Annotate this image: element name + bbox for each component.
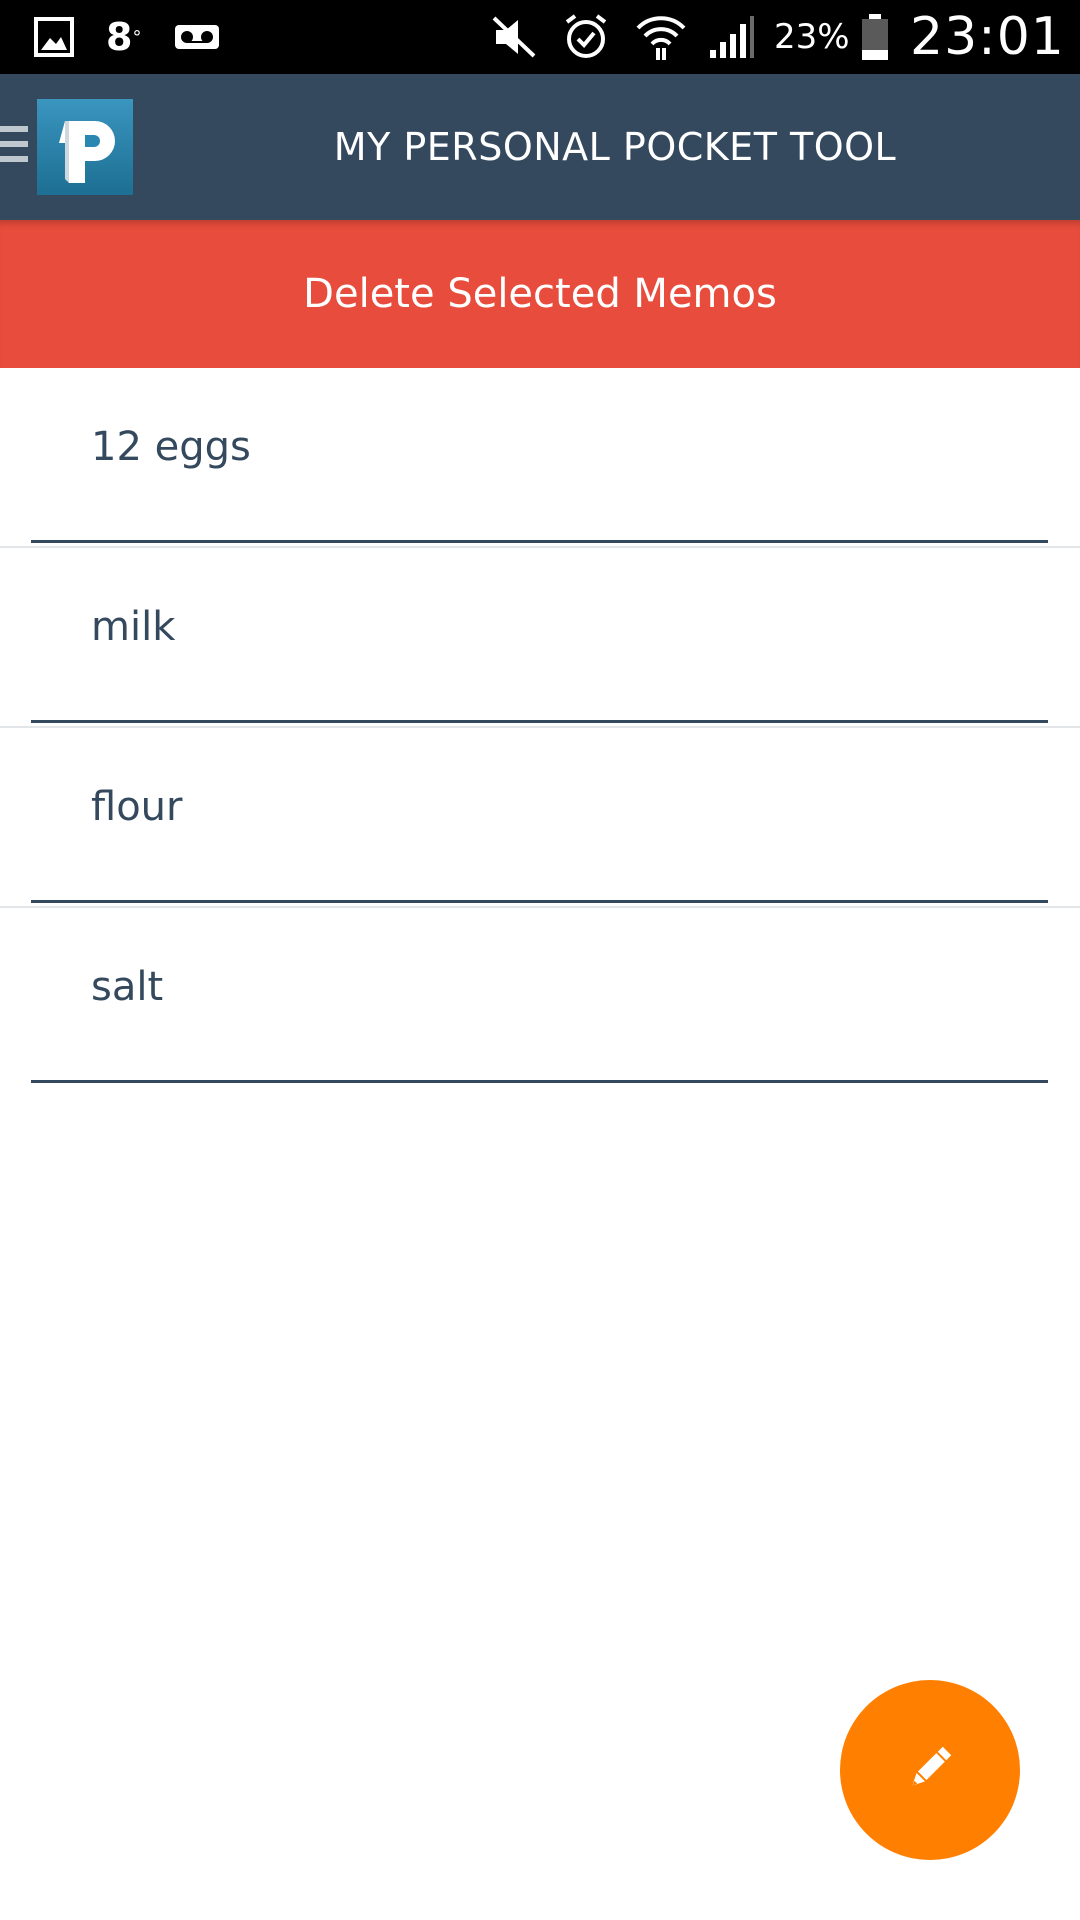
app-title: MY PERSONAL POCKET TOOL bbox=[333, 125, 897, 169]
memo-input-field[interactable]: milk bbox=[31, 548, 1048, 723]
memo-text: milk bbox=[91, 604, 176, 650]
clock-time: 23:01 bbox=[910, 7, 1065, 67]
status-bar: 8 ° 23% 23:01 bbox=[0, 0, 1080, 74]
memo-row[interactable]: milk bbox=[0, 548, 1080, 728]
delete-selected-memos-button[interactable]: Delete Selected Memos bbox=[0, 220, 1080, 368]
memo-text: 12 eggs bbox=[91, 424, 251, 470]
temperature-value: 8 bbox=[106, 15, 133, 59]
memo-row[interactable]: 12 eggs bbox=[0, 368, 1080, 548]
app-bar: MY PERSONAL POCKET TOOL bbox=[0, 74, 1080, 220]
battery-percent: 23% bbox=[774, 17, 850, 57]
memo-row[interactable]: flour bbox=[0, 728, 1080, 908]
app-logo[interactable] bbox=[37, 99, 133, 195]
temperature-readout: 8 ° bbox=[106, 0, 141, 74]
battery-icon bbox=[860, 0, 890, 74]
mute-icon bbox=[490, 0, 538, 74]
memo-input-field[interactable]: salt bbox=[31, 908, 1048, 1083]
memo-list: 12 eggs milk flour salt bbox=[0, 368, 1080, 1088]
new-memo-button[interactable] bbox=[840, 1680, 1020, 1860]
pencil-icon bbox=[902, 1740, 958, 1800]
wifi-icon bbox=[634, 0, 688, 74]
signal-icon bbox=[708, 0, 756, 74]
memo-row[interactable]: salt bbox=[0, 908, 1080, 1088]
gallery-icon bbox=[34, 0, 74, 74]
temperature-unit: ° bbox=[132, 26, 142, 48]
screen: 8 ° 23% 23:01 MY PERSONAL POCKET TOOL De… bbox=[0, 0, 1080, 1920]
memo-text: salt bbox=[91, 964, 164, 1010]
memo-input-field[interactable]: flour bbox=[31, 728, 1048, 903]
memo-input-field[interactable]: 12 eggs bbox=[31, 368, 1048, 543]
alarm-icon bbox=[562, 0, 610, 74]
voicemail-icon bbox=[174, 0, 220, 74]
memo-text: flour bbox=[91, 784, 183, 830]
hamburger-menu-icon[interactable] bbox=[0, 126, 30, 170]
